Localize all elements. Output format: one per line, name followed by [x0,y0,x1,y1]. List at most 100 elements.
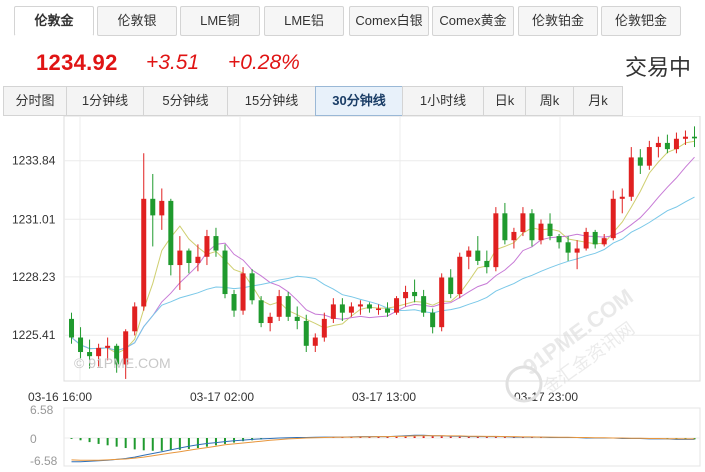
candle-down [385,308,391,313]
instrument-tabs: 伦敦金 伦敦银 LME铜 LME铝 Comex白银 Comex黄金 伦敦铂金 伦… [0,0,705,40]
candle-up [312,337,318,346]
period-tab-15min[interactable]: 15分钟线 [227,86,316,116]
watermark: © 91PME.COM 91PME.COM 金汇金资讯网 [74,284,639,403]
candle-up [673,138,679,150]
candle-up [610,198,616,239]
candle-up [655,142,661,148]
candle-down [249,273,255,301]
candle-up [375,308,381,311]
candle-up [357,304,363,307]
candle-down [484,260,490,268]
candle-up [195,256,201,263]
candle-down [186,250,192,263]
x-tick-label: 03-17 02:00 [190,390,254,404]
macd-tick-label: 6.58 [30,403,54,417]
period-tab-timeshare[interactable]: 分时图 [3,86,67,116]
candle-down [231,294,237,311]
candle-up [619,196,625,199]
candle-up [493,213,499,268]
candle-up [240,273,246,311]
candle-up [403,291,409,299]
candle-up [511,231,517,241]
candle-up [330,304,336,319]
tab-lme-aluminium[interactable]: LME铝 [264,6,344,36]
x-tick-label: 03-16 16:00 [28,390,92,404]
y-tick-label: 1225.41 [12,328,56,342]
candle-down [150,198,156,216]
price-change: +3.51 [146,51,200,74]
candle-down [592,231,598,245]
candle-up [646,147,652,166]
tab-london-palladium[interactable]: 伦敦钯金 [601,6,681,36]
tab-london-silver[interactable]: 伦敦银 [97,6,177,36]
kline-chart[interactable]: 1233.84 1231.01 1228.23 1225.41 03-16 16:00… [0,116,705,472]
price-change-percent: +0.28% [228,51,300,74]
candle-down [78,337,84,353]
tab-comex-silver[interactable]: Comex白银 [349,6,429,36]
candle-down [412,291,418,297]
candle-up [439,277,445,328]
period-tab-1hour[interactable]: 1小时线 [402,86,484,116]
candle-up [141,198,147,307]
candle-down [303,320,309,346]
candle-down [664,142,670,150]
period-tab-5min[interactable]: 5分钟线 [143,86,228,116]
macd-dif-line [71,434,695,463]
candle-up [520,213,526,232]
period-tab-30min[interactable]: 30分钟线 [315,86,403,116]
period-tab-month[interactable]: 月k [573,86,623,116]
candle-down [565,242,571,253]
candle-down [637,157,643,166]
candle-down [475,250,481,261]
candle-down [258,300,264,324]
candle-down [168,200,174,266]
candle-up [394,298,400,313]
x-tick-label: 03-17 13:00 [352,390,416,404]
tab-london-gold[interactable]: 伦敦金 [14,6,94,36]
candle-down [222,250,228,295]
period-tab-week[interactable]: 周k [525,86,574,116]
candle-up [538,223,544,241]
time-axis: 03-16 16:00 03-17 02:00 03-17 13:00 03-17 2… [28,390,578,404]
candle-up [466,250,472,257]
candle-up [628,157,634,197]
candle-down [691,136,697,139]
candle-up [583,231,589,249]
candle-down [430,312,436,328]
candle-down [502,213,508,241]
y-tick-label: 1233.84 [12,154,56,168]
candle-up [574,248,580,253]
tab-lme-copper[interactable]: LME铜 [180,6,260,36]
candle-down [529,213,535,241]
candle-down [448,277,454,295]
candle-up [276,296,282,317]
macd-panel: 6.58 0 -6.58 [30,403,701,468]
candle-up [132,306,138,332]
candle-up [177,250,183,266]
candle-up [348,306,354,313]
quote-row: 1234.92 +3.51 +0.28% 交易中 [0,44,705,84]
candle-up [601,238,607,245]
candle-up [105,345,111,348]
period-tab-1min[interactable]: 1分钟线 [66,86,144,116]
candle-down [294,316,300,321]
candle-up [267,316,273,324]
candle-up [321,318,327,338]
period-tabs: 分时图 1分钟线 5分钟线 15分钟线 30分钟线 1小时线 日k 周k 月k [3,86,703,116]
candle-down [547,223,553,237]
tab-london-platinum[interactable]: 伦敦铂金 [518,6,598,36]
trading-status: 交易中 [624,55,691,80]
candle-down [421,296,427,313]
tab-comex-gold[interactable]: Comex黄金 [432,6,514,36]
y-tick-label: 1231.01 [12,212,56,226]
y-tick-label: 1228.23 [12,270,56,284]
period-tab-day[interactable]: 日k [483,86,526,116]
candle-up [159,200,165,216]
macd-tick-label: -6.58 [30,454,58,468]
candle-up [204,236,210,257]
candle-down [339,304,345,313]
macd-tick-label: 0 [30,432,37,446]
candle-down [366,304,372,309]
candle-up [457,256,463,295]
watermark-left: © 91PME.COM [74,355,171,371]
